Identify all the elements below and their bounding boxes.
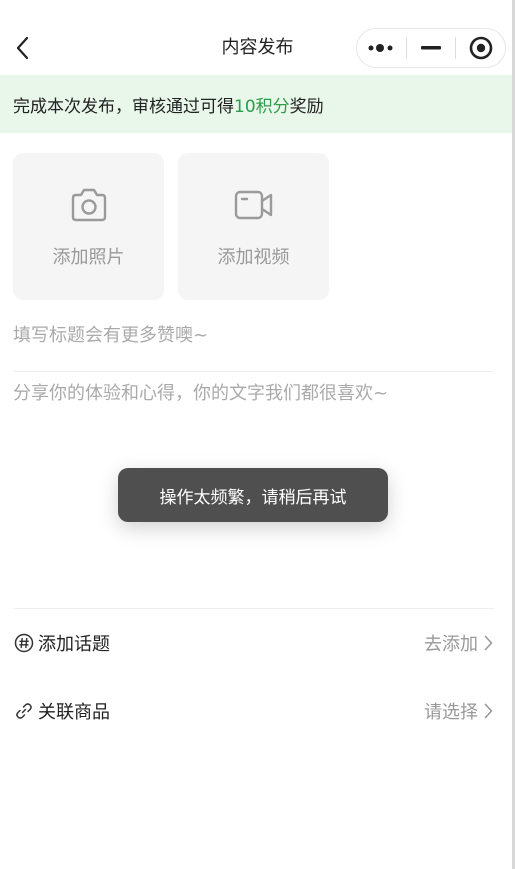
add-topic-action-text: 去添加 xyxy=(424,634,478,655)
add-topic-row[interactable]: 添加话题 去添加 xyxy=(13,619,493,667)
more-button[interactable] xyxy=(357,29,406,67)
minimize-icon xyxy=(421,46,441,50)
related-product-label: 关联商品 xyxy=(38,702,110,723)
banner-points: 10积分 xyxy=(234,96,290,117)
add-photo-label: 添加照片 xyxy=(52,247,125,268)
close-button[interactable] xyxy=(456,29,505,67)
toast-message: 操作太频繁，请稍后再试 xyxy=(118,468,388,522)
add-video-label: 添加视频 xyxy=(217,247,290,268)
chevron-right-icon xyxy=(484,635,493,651)
more-dots-icon xyxy=(368,44,393,52)
navigation-bar: 内容发布 xyxy=(0,0,515,75)
banner-text: 完成本次发布，审核通过可得 xyxy=(13,96,234,117)
title-input[interactable]: 填写标题会有更多赞噢~ xyxy=(13,318,493,354)
add-photo-button[interactable]: 添加照片 xyxy=(13,153,164,300)
close-circle-icon xyxy=(469,36,492,60)
add-video-button[interactable]: 添加视频 xyxy=(178,153,329,300)
chevron-right-icon xyxy=(484,703,493,719)
video-camera-icon xyxy=(234,190,272,220)
title-divider xyxy=(13,371,494,372)
related-product-action-text: 请选择 xyxy=(424,702,478,723)
options-divider xyxy=(13,608,494,609)
miniprogram-capsule xyxy=(356,28,506,68)
reward-banner: 完成本次发布，审核通过可得 10积分 奖励 xyxy=(0,75,515,133)
add-topic-label: 添加话题 xyxy=(38,634,110,655)
hashtag-icon xyxy=(14,633,34,653)
related-product-action[interactable]: 请选择 xyxy=(424,698,493,724)
banner-suffix: 奖励 xyxy=(289,96,324,117)
link-icon xyxy=(16,703,32,719)
add-topic-action[interactable]: 去添加 xyxy=(424,630,493,656)
minimize-button[interactable] xyxy=(407,29,456,67)
related-product-row[interactable]: 关联商品 请选择 xyxy=(13,687,493,735)
camera-icon xyxy=(71,188,106,222)
